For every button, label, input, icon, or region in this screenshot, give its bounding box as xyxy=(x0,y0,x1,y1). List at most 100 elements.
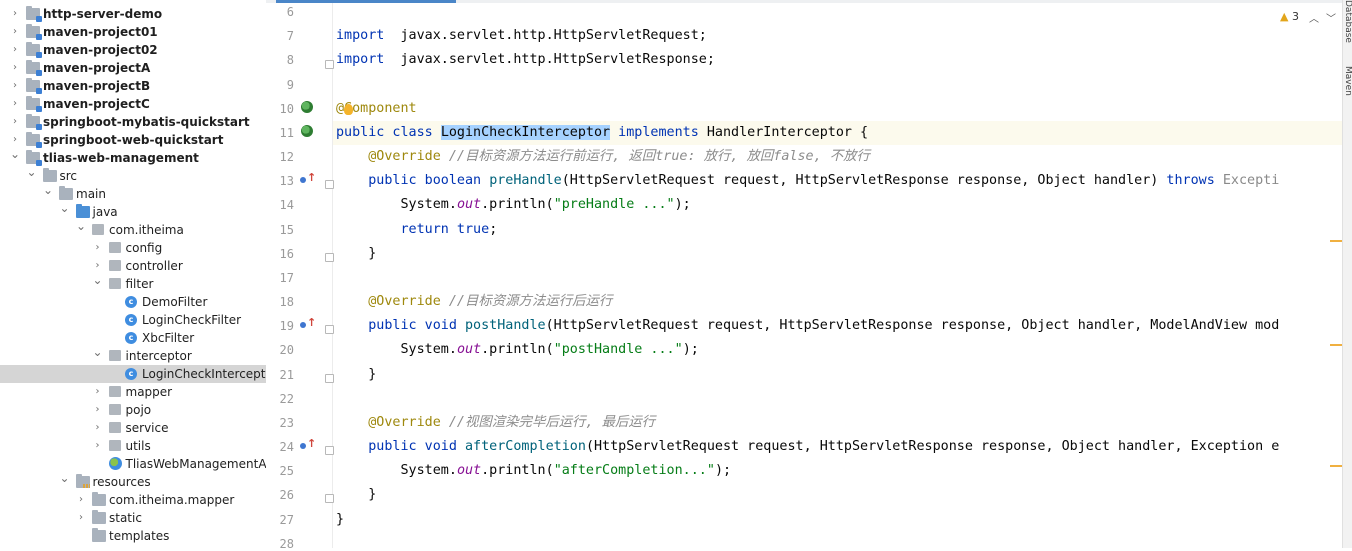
expand-right-icon[interactable]: › xyxy=(93,383,103,401)
expand-right-icon[interactable]: › xyxy=(10,95,20,113)
code-line[interactable]: } xyxy=(336,363,376,387)
tree-item[interactable]: › maven-project02 xyxy=(0,41,266,59)
fold-marker-icon[interactable] xyxy=(325,325,334,334)
code-line[interactable]: } xyxy=(336,508,344,532)
tree-item-label: src xyxy=(59,169,78,183)
tree-item[interactable]: ⌄ filter xyxy=(0,273,266,293)
expand-right-icon[interactable]: › xyxy=(93,419,103,437)
fold-marker-icon[interactable] xyxy=(325,60,334,69)
spring-bean-icon[interactable] xyxy=(301,125,313,137)
code-line[interactable]: public boolean preHandle(HttpServletRequ… xyxy=(336,169,1279,193)
database-tool-tab[interactable]: Database xyxy=(1343,0,1352,43)
code-line[interactable]: System.out.println("afterCompletion...")… xyxy=(336,459,731,483)
expand-right-icon[interactable]: › xyxy=(93,401,103,419)
code-line[interactable]: return true; xyxy=(336,218,498,242)
expand-down-icon[interactable]: ⌄ xyxy=(60,469,70,487)
line-number: 10 xyxy=(279,101,294,116)
code-token: "afterCompletion..." xyxy=(553,463,715,479)
code-line[interactable]: @Override //目标资源方法运行后运行 xyxy=(336,290,612,314)
code-line[interactable]: public class LoginCheckInterceptor imple… xyxy=(336,121,868,145)
code-line[interactable]: System.out.println("postHandle ..."); xyxy=(336,338,698,362)
code-token: System. xyxy=(336,342,457,358)
tree-item[interactable]: › com.itheima.mapper xyxy=(0,491,266,509)
expand-right-icon[interactable]: › xyxy=(10,5,20,23)
code-editor[interactable]: import javax.servlet.http.HttpServletReq… xyxy=(333,0,1342,548)
tree-item[interactable]: › maven-projectC xyxy=(0,95,266,113)
tree-item[interactable]: TliasWebManagementApplic xyxy=(0,455,266,473)
expand-down-icon[interactable]: ⌄ xyxy=(76,217,86,235)
fold-marker-icon[interactable] xyxy=(325,180,334,189)
expand-right-icon[interactable]: › xyxy=(93,239,103,257)
fold-marker-icon[interactable] xyxy=(325,374,334,383)
chevron-up-icon[interactable]: ︿ xyxy=(1309,10,1319,25)
code-line[interactable]: } xyxy=(336,483,376,507)
spring-bean-icon[interactable] xyxy=(301,101,313,113)
expand-right-icon[interactable]: › xyxy=(10,77,20,95)
tree-item[interactable]: › service xyxy=(0,419,266,437)
line-number: 12 xyxy=(279,150,294,165)
implements-method-icon[interactable] xyxy=(300,437,316,452)
expand-right-icon[interactable]: › xyxy=(10,41,20,59)
tree-item[interactable]: › pojo xyxy=(0,401,266,419)
tree-item[interactable]: › maven-project01 xyxy=(0,23,266,41)
intention-bulb-icon[interactable] xyxy=(344,104,353,115)
warning-marker[interactable] xyxy=(1330,240,1342,242)
inspection-widget[interactable]: ▲ 3 xyxy=(1280,10,1299,23)
tree-item[interactable]: › controller xyxy=(0,257,266,275)
code-line[interactable]: import javax.servlet.http.HttpServletReq… xyxy=(336,24,707,48)
expand-down-icon[interactable]: ⌄ xyxy=(43,181,53,199)
tree-item[interactable]: › static xyxy=(0,509,266,527)
expand-down-icon[interactable]: ⌄ xyxy=(93,271,103,289)
code-line[interactable]: public void afterCompletion(HttpServletR… xyxy=(336,435,1279,459)
tree-item[interactable]: ⌄ resources xyxy=(0,471,266,491)
tree-item[interactable]: › maven-projectA xyxy=(0,59,266,77)
tree-item[interactable]: › springboot-web-quickstart xyxy=(0,131,266,149)
implements-method-icon[interactable] xyxy=(300,171,316,186)
tree-item[interactable]: c LoginCheckFilter xyxy=(0,311,266,329)
fold-marker-icon[interactable] xyxy=(325,253,334,262)
expand-right-icon[interactable]: › xyxy=(10,113,20,131)
code-line[interactable]: import javax.servlet.http.HttpServletRes… xyxy=(336,48,715,72)
tree-item[interactable]: › config xyxy=(0,239,266,257)
tree-item[interactable]: ⌄ src xyxy=(0,165,266,185)
warning-marker[interactable] xyxy=(1330,465,1342,467)
fold-marker-icon[interactable] xyxy=(325,446,334,455)
expand-down-icon[interactable]: ⌄ xyxy=(27,163,37,181)
fold-marker-icon[interactable] xyxy=(325,494,334,503)
tree-item[interactable]: c LoginCheckInterceptor xyxy=(0,365,266,383)
tree-item[interactable]: › maven-projectB xyxy=(0,77,266,95)
expand-down-icon[interactable]: ⌄ xyxy=(60,199,70,217)
tree-item[interactable]: ⌄ com.itheima xyxy=(0,219,266,239)
warning-marker[interactable] xyxy=(1330,344,1342,346)
expand-down-icon[interactable]: ⌄ xyxy=(93,343,103,361)
tree-item[interactable]: templates xyxy=(0,527,266,545)
expand-right-icon[interactable]: › xyxy=(10,23,20,41)
tree-item-label: main xyxy=(76,187,106,201)
tree-item[interactable]: ⌄ interceptor xyxy=(0,345,266,365)
tree-item[interactable]: ⌄ main xyxy=(0,183,266,203)
tree-item[interactable]: ⌄ tlias-web-management xyxy=(0,147,266,167)
tree-item[interactable]: c XbcFilter xyxy=(0,329,266,347)
project-tree[interactable]: › http-server-demo › maven-project01 › maven-… xyxy=(0,0,267,548)
tree-item[interactable]: › http-server-demo xyxy=(0,5,266,23)
expand-right-icon[interactable]: › xyxy=(76,509,86,527)
expand-down-icon[interactable]: ⌄ xyxy=(10,145,20,163)
code-line[interactable]: } xyxy=(336,242,376,266)
maven-tool-tab[interactable]: Maven xyxy=(1343,66,1352,96)
tree-item[interactable]: c DemoFilter xyxy=(0,293,266,311)
expand-right-icon[interactable]: › xyxy=(10,59,20,77)
code-token: //目标资源方法运行后运行 xyxy=(440,294,613,310)
code-line[interactable]: @Override //目标资源方法运行前运行, 返回true: 放行, 放回f… xyxy=(336,145,870,169)
expand-right-icon[interactable]: › xyxy=(93,437,103,455)
tree-item[interactable]: › springboot-mybatis-quickstart xyxy=(0,113,266,131)
chevron-down-icon[interactable]: ﹀ xyxy=(1326,10,1336,25)
code-line[interactable]: public void postHandle(HttpServletReques… xyxy=(336,314,1279,338)
expand-right-icon[interactable]: › xyxy=(76,491,86,509)
code-line[interactable]: System.out.println("preHandle ..."); xyxy=(336,193,690,217)
implements-method-icon[interactable] xyxy=(300,316,316,331)
tree-item[interactable]: ⌄ java xyxy=(0,201,266,221)
tree-item[interactable]: › utils xyxy=(0,437,266,455)
code-line[interactable]: @Override //视图渲染完毕后运行, 最后运行 xyxy=(336,411,655,435)
tree-item[interactable]: › mapper xyxy=(0,383,266,401)
